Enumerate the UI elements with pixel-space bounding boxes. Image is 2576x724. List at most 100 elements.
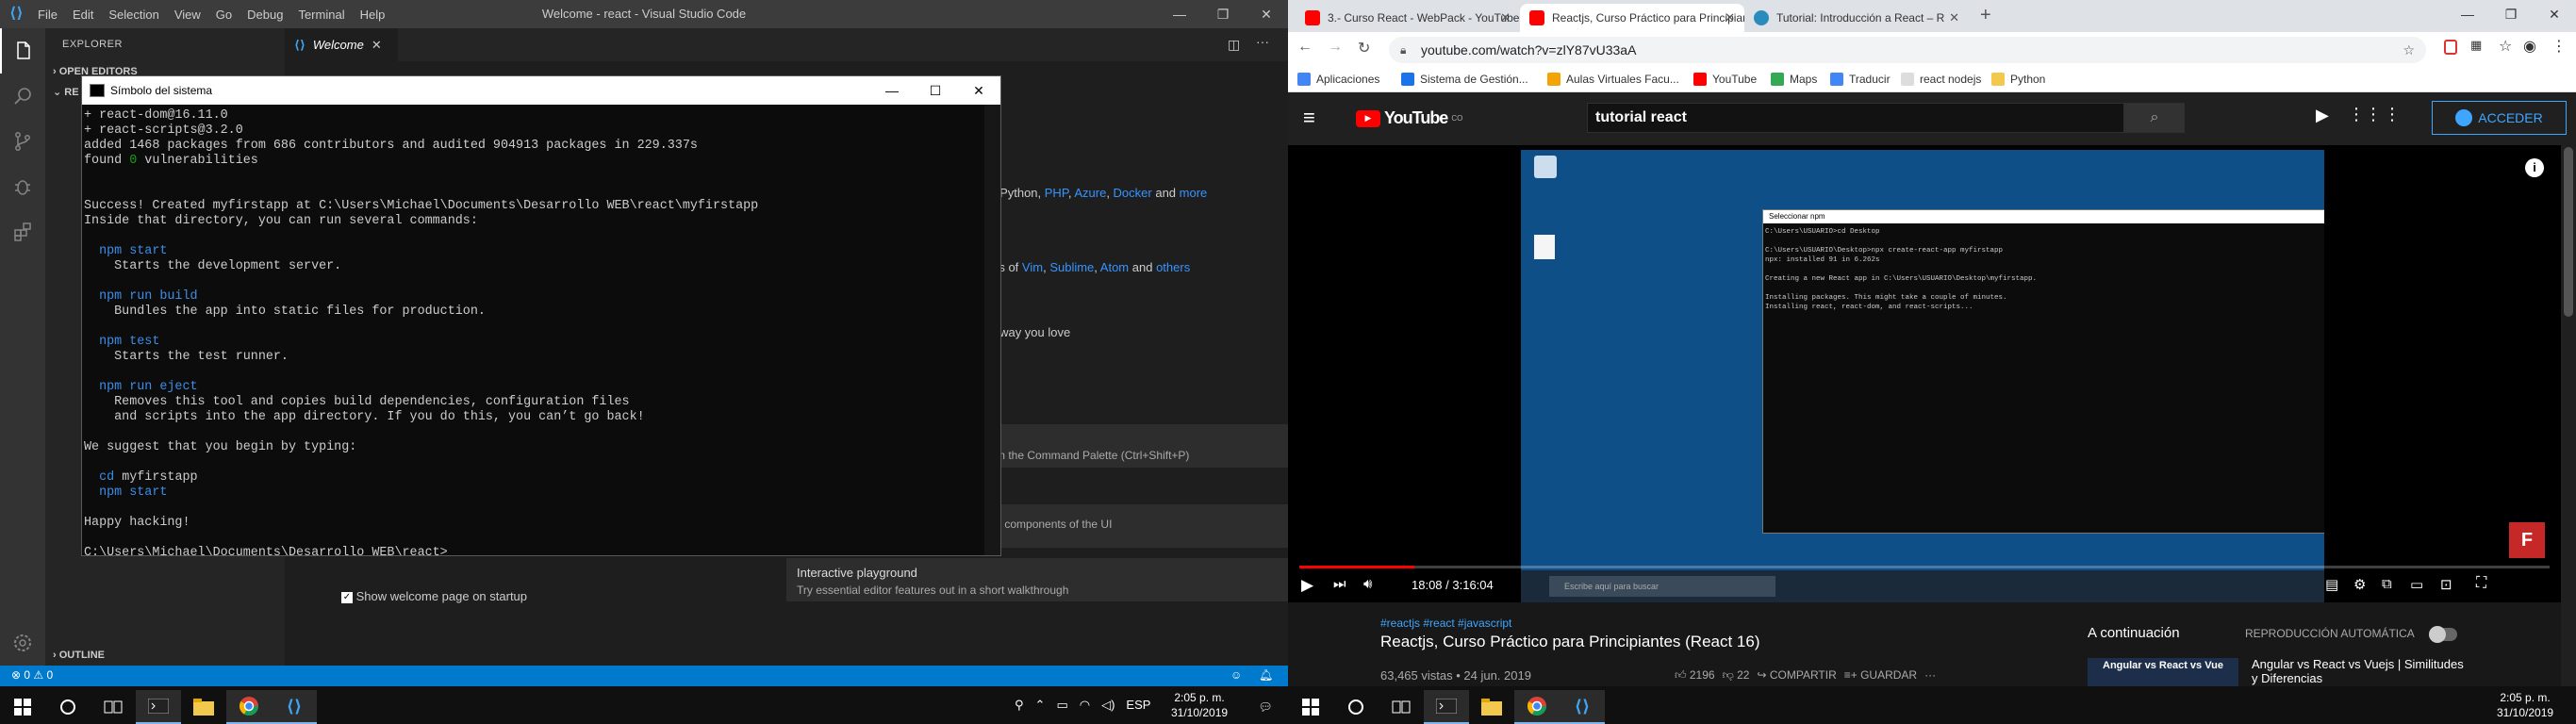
fullscreen-icon[interactable]: ⛶	[2476, 575, 2486, 592]
restore-icon[interactable]: ❐	[2489, 0, 2533, 28]
clock-left[interactable]: 2:05 p. m. 31/10/2019	[1171, 690, 1228, 720]
taskbar-chrome-icon[interactable]	[226, 690, 272, 724]
close-tab-icon[interactable]: ✕	[372, 38, 382, 53]
menu-item-selection[interactable]: Selection	[108, 8, 158, 22]
chrome-tab[interactable]: 3.- Curso React - WebPack - YouTube ✕	[1296, 4, 1520, 32]
profile-icon[interactable]: ◉	[2523, 37, 2536, 56]
hamburger-menu-icon[interactable]: ≡	[1303, 106, 1315, 130]
chrome-tab-active[interactable]: Reactjs, Curso Práctico para Principiant…	[1520, 4, 1744, 32]
clock-right[interactable]: 2:05 p. m. 31/10/2019	[2497, 690, 2553, 720]
taskbar-chrome-icon[interactable]	[1514, 690, 1560, 724]
save-button[interactable]: ≡+ GUARDAR	[1844, 668, 1917, 683]
start-windows-icon[interactable]	[0, 690, 45, 724]
volume-icon[interactable]: ◁)	[1101, 698, 1115, 713]
extensions-icon[interactable]	[0, 209, 45, 255]
show-welcome-checkbox[interactable]: ✓	[341, 591, 353, 603]
close-tab-icon[interactable]: ✕	[1500, 10, 1511, 25]
menu-item-view[interactable]: View	[174, 8, 201, 22]
bookmark-star-icon[interactable]: ☆	[2403, 37, 2415, 63]
page-scrollbar[interactable]	[2561, 145, 2576, 686]
tab-welcome[interactable]: ⟨⟩ Welcome ✕	[285, 28, 398, 61]
apps-grid-icon[interactable]: ⋮⋮	[2348, 105, 2382, 124]
bookmark-item[interactable]: react nodejs	[1901, 66, 1981, 92]
menu-item-help[interactable]: Help	[360, 8, 386, 22]
cast-icon[interactable]: ⊡	[2440, 576, 2452, 593]
cmd-scrollbar[interactable]	[984, 105, 1000, 555]
battery-icon[interactable]: ▭	[1056, 698, 1067, 713]
bookmark-item[interactable]: Python	[1991, 66, 2045, 92]
problems-indicator[interactable]: ⊗ 0 ⚠ 0	[11, 668, 53, 682]
reload-icon[interactable]: ↻	[1358, 39, 1370, 58]
next-video-title[interactable]: Angular vs React vs Vuejs | Similitudes …	[2252, 657, 2469, 685]
cortana-search-icon[interactable]	[45, 690, 91, 724]
start-windows-icon[interactable]	[1288, 690, 1333, 724]
menu-item-terminal[interactable]: Terminal	[298, 8, 344, 22]
link-atom[interactable]: Atom	[1100, 260, 1129, 274]
channel-watermark-icon[interactable]: F	[2509, 522, 2545, 558]
notifications-icon[interactable]: 🔔︎	[1259, 668, 1273, 682]
taskbar-vscode-icon[interactable]: ⟨⟩	[272, 690, 317, 724]
forward-icon[interactable]: →	[1328, 39, 1343, 56]
cmd-close-icon[interactable]: ✕	[957, 76, 1000, 105]
split-editor-icon[interactable]: ◫	[1228, 37, 1240, 53]
taskbar-file-explorer-icon[interactable]	[1469, 690, 1514, 724]
dislike-button[interactable]: 👎︎ 22	[1723, 668, 1750, 683]
video-frame[interactable]: Seleccionar npm C:\Users\USUARIO>cd Desk…	[1521, 150, 2324, 602]
close-tab-icon[interactable]: ✕	[1949, 10, 1959, 25]
link-azure[interactable]: Azure	[1074, 186, 1106, 200]
play-icon[interactable]: ▶	[1301, 576, 1313, 595]
link-others[interactable]: others	[1156, 260, 1190, 274]
menu-item-debug[interactable]: Debug	[247, 8, 283, 22]
close-icon[interactable]: ✕	[2533, 0, 2576, 28]
subtitles-icon[interactable]: ▤	[2325, 576, 2338, 593]
task-view-icon[interactable]	[91, 690, 136, 724]
cmd-maximize-icon[interactable]: ☐	[914, 76, 957, 105]
outline-section[interactable]: › OUTLINE	[45, 645, 105, 666]
menu-star-icon[interactable]: ☆	[2499, 37, 2512, 56]
video-hashtags[interactable]: #reactjs #react #javascript	[1380, 617, 1511, 630]
youtube-search-input[interactable]: tutorial react	[1587, 103, 2124, 133]
cmd-titlebar[interactable]: Símbolo del sistema — ☐ ✕	[82, 76, 1000, 105]
more-icon[interactable]: ···	[1924, 668, 1936, 683]
back-icon[interactable]: ←	[1297, 39, 1313, 56]
chrome-tab[interactable]: Tutorial: Introducción a React – R ✕	[1744, 4, 1969, 32]
chrome-menu-icon[interactable]: ⋮	[2551, 37, 2567, 56]
address-bar[interactable]: 🔒︎ youtube.com/watch?v=zlY87vU33aA ☆	[1389, 37, 2426, 63]
scroll-thumb[interactable]	[2564, 147, 2573, 317]
menu-item-file[interactable]: File	[38, 8, 58, 22]
link-sublime[interactable]: Sublime	[1049, 260, 1094, 274]
search-icon[interactable]	[0, 74, 45, 119]
like-button[interactable]: 👍︎ 2196	[1675, 668, 1715, 683]
youtube-logo[interactable]: ▶ YouTube CO	[1356, 108, 1462, 128]
bookmark-item[interactable]: Aulas Virtuales Facu...	[1547, 66, 1679, 92]
volume-icon[interactable]: 🔊︎	[1363, 576, 1372, 592]
settings-icon[interactable]: ⚙	[2353, 576, 2366, 593]
close-icon[interactable]: ✕	[1245, 0, 1288, 28]
cmd-output[interactable]: + react-dom@16.11.0 + react-scripts@3.2.0…	[82, 105, 985, 555]
search-icon[interactable]: ⌕	[2124, 103, 2185, 133]
taskbar-vscode-icon[interactable]: ⟨⟩	[1560, 690, 1605, 724]
bookmark-item[interactable]: YouTube	[1693, 66, 1757, 92]
bookmark-item[interactable]: Maps	[1771, 66, 1817, 92]
menu-item-go[interactable]: Go	[216, 8, 232, 22]
miniplayer-icon[interactable]: ⧉	[2382, 576, 2392, 592]
language-indicator[interactable]: ESP	[1126, 698, 1150, 713]
more-actions-icon[interactable]: ···	[1256, 34, 1269, 49]
signin-button[interactable]: ACCEDER	[2432, 101, 2567, 135]
settings-menu-icon[interactable]: ⋮	[2384, 105, 2401, 124]
bookmark-item[interactable]: Traducir	[1830, 66, 1891, 92]
close-tab-icon[interactable]: ✕	[1725, 10, 1735, 25]
share-button[interactable]: ↪ COMPARTIR	[1757, 668, 1836, 683]
people-icon[interactable]: ⚲	[1015, 698, 1024, 713]
cortana-search-icon[interactable]	[1333, 690, 1379, 724]
taskbar-file-explorer-icon[interactable]	[181, 690, 226, 724]
debug-icon[interactable]	[0, 164, 45, 209]
new-tab-icon[interactable]: +	[1980, 5, 1991, 26]
extension-icon[interactable]	[2444, 40, 2457, 55]
menu-item-edit[interactable]: Edit	[73, 8, 93, 22]
calendar-extension-icon[interactable]: ▦	[2470, 38, 2482, 53]
taskbar-cmd-icon[interactable]	[1424, 690, 1469, 724]
autoplay-toggle[interactable]	[2429, 626, 2457, 643]
action-center-icon[interactable]: 💬︎	[1243, 690, 1288, 724]
tray-chevron-icon[interactable]: ⌃	[1035, 698, 1046, 713]
